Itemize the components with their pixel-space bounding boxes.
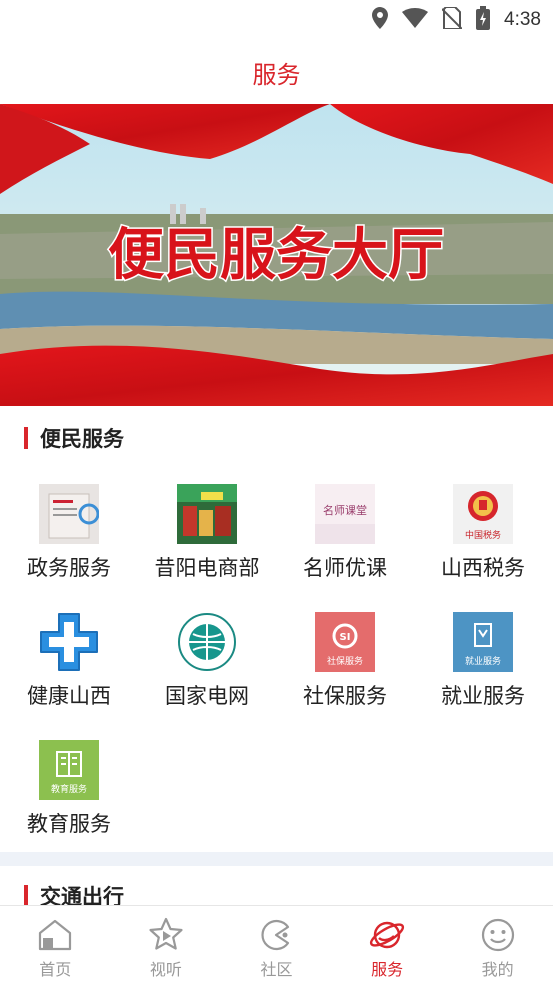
- service-item-social-security[interactable]: SI 社保服务 社保服务: [276, 600, 414, 720]
- service-label: 社保服务: [303, 684, 387, 708]
- status-time: 4:38: [504, 9, 541, 30]
- tab-video[interactable]: 视听: [111, 906, 222, 983]
- service-label: 名师优课: [303, 556, 387, 580]
- svg-text:教育服务: 教育服务: [51, 783, 87, 795]
- section-header-convenience: 便民服务: [0, 418, 553, 458]
- wifi-icon: [402, 8, 429, 32]
- status-icons: 4:38: [372, 6, 541, 34]
- battery-charging-icon: [476, 6, 491, 34]
- tab-home[interactable]: 首页: [0, 906, 111, 983]
- tax-emblem-icon: 中国税务: [453, 484, 513, 544]
- service-item-employment[interactable]: 就业服务 就业服务: [414, 600, 552, 720]
- service-label: 政务服务: [27, 556, 111, 580]
- banner-caption: 便民服务大厅: [108, 222, 444, 288]
- service-label: 国家电网: [165, 684, 249, 708]
- service-label: 健康山西: [27, 684, 111, 708]
- tab-label: 首页: [39, 960, 72, 979]
- tab-label: 社区: [260, 960, 293, 979]
- service-item-ecommerce[interactable]: 昔阳电商部: [138, 472, 276, 592]
- section-divider: [0, 852, 553, 866]
- section-accent-bar: [24, 885, 28, 907]
- service-item-education[interactable]: 教育服务 教育服务: [0, 728, 138, 848]
- section-title: 便民服务: [40, 427, 124, 451]
- video-play-icon: [147, 916, 185, 954]
- status-bar: 4:38: [0, 0, 553, 40]
- service-item-health[interactable]: 健康山西: [0, 600, 138, 720]
- employment-icon: 就业服务: [453, 612, 513, 672]
- service-item-famous-teacher[interactable]: 名师课堂 名师优课: [276, 472, 414, 592]
- tab-service[interactable]: 服务: [332, 906, 443, 983]
- bottom-tab-bar: 首页 视听 社区 服务 我的: [0, 905, 553, 983]
- svg-text:中国税务: 中国税务: [465, 529, 501, 541]
- svg-text:社保服务: 社保服务: [327, 655, 363, 667]
- page-title: 服务: [252, 60, 301, 89]
- section-accent-bar: [24, 427, 28, 449]
- profile-smile-icon: [479, 916, 517, 954]
- health-cross-icon: [39, 612, 99, 672]
- service-label: 就业服务: [441, 684, 525, 708]
- service-label: 山西税务: [441, 556, 525, 580]
- service-label: 教育服务: [27, 812, 111, 836]
- tab-label: 我的: [481, 960, 514, 979]
- location-icon: [372, 7, 389, 33]
- tab-community[interactable]: 社区: [221, 906, 332, 983]
- ecommerce-icon: [177, 484, 237, 544]
- tab-profile[interactable]: 我的: [442, 906, 553, 983]
- svg-text:名师课堂: 名师课堂: [323, 503, 367, 517]
- home-icon: [36, 916, 74, 954]
- banner-image[interactable]: 便民服务大厅: [0, 104, 553, 406]
- svg-text:SI: SI: [340, 632, 351, 643]
- tab-label: 服务: [371, 960, 404, 979]
- svg-text:就业服务: 就业服务: [465, 655, 501, 667]
- page-header: 服务: [0, 40, 553, 104]
- service-item-government[interactable]: 政务服务: [0, 472, 138, 592]
- no-sim-icon: [441, 6, 463, 33]
- education-icon: 教育服务: [39, 740, 99, 800]
- state-grid-icon: [177, 612, 237, 672]
- service-item-state-grid[interactable]: 国家电网: [138, 600, 276, 720]
- service-label: 昔阳电商部: [154, 556, 260, 580]
- famous-teacher-icon: 名师课堂: [315, 484, 375, 544]
- service-item-tax[interactable]: 中国税务 山西税务: [414, 472, 552, 592]
- tab-label: 视听: [149, 960, 182, 979]
- community-icon: [257, 916, 295, 954]
- government-service-icon: [39, 484, 99, 544]
- social-security-icon: SI 社保服务: [315, 612, 375, 672]
- service-planet-icon: [368, 916, 406, 954]
